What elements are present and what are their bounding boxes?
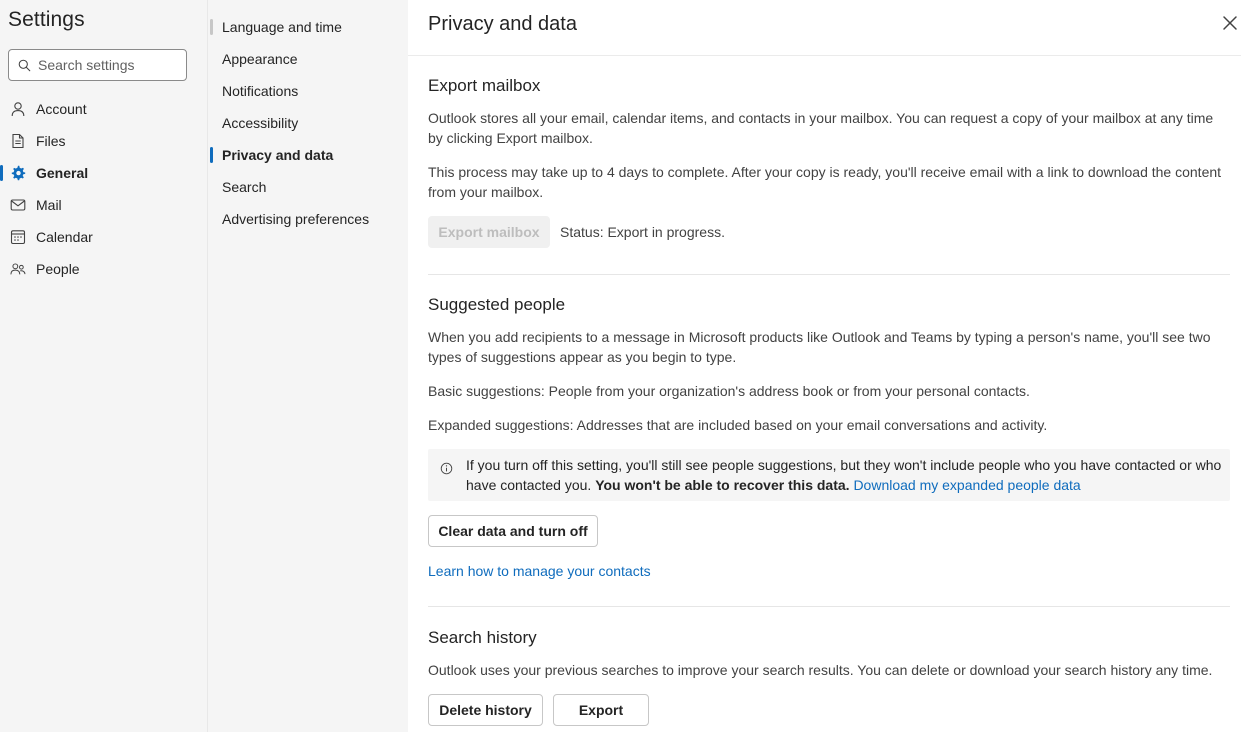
subnav-item-label: Search xyxy=(222,179,267,195)
export-mailbox-title: Export mailbox xyxy=(428,76,541,95)
suggested-people-description: When you add recipients to a message in … xyxy=(428,329,1211,365)
nav-item-label: General xyxy=(36,165,89,181)
subnav-indicator xyxy=(210,19,213,35)
clear-data-and-turn-off-button[interactable]: Clear data and turn off xyxy=(428,515,598,547)
subnav-indicator xyxy=(210,147,213,163)
download-expanded-people-data-link[interactable]: Download my expanded people data xyxy=(853,477,1080,493)
subnav-item-notifications[interactable]: Notifications xyxy=(210,75,400,107)
learn-manage-contacts-link[interactable]: Learn how to manage your contacts xyxy=(428,563,651,579)
export-mailbox-button[interactable]: Export mailbox xyxy=(428,216,550,248)
calendar-icon xyxy=(10,229,26,245)
settings-category-list: Account Files General Mail Calendar Peop… xyxy=(0,93,208,285)
general-subnav: Language and time Appearance Notificatio… xyxy=(208,0,408,732)
close-button[interactable] xyxy=(1219,13,1241,35)
nav-item-people[interactable]: People xyxy=(0,253,208,285)
settings-nav: Settings Account Files General xyxy=(0,0,208,732)
people-icon xyxy=(10,261,26,277)
search-icon xyxy=(18,58,32,72)
export-history-button[interactable]: Export xyxy=(553,694,649,726)
nav-item-account[interactable]: Account xyxy=(0,93,208,125)
info-icon xyxy=(440,462,454,476)
info-message-bar: If you turn off this setting, you'll sti… xyxy=(428,449,1230,501)
nav-item-label: People xyxy=(36,261,80,277)
subnav-item-label: Appearance xyxy=(222,51,298,67)
subnav-item-appearance[interactable]: Appearance xyxy=(210,43,400,75)
subnav-item-label: Privacy and data xyxy=(222,147,334,163)
delete-history-button[interactable]: Delete history xyxy=(428,694,543,726)
subnav-item-search[interactable]: Search xyxy=(210,171,400,203)
search-settings-box[interactable] xyxy=(8,49,187,81)
search-history-title: Search history xyxy=(428,628,537,647)
suggested-people-title: Suggested people xyxy=(428,295,566,314)
export-mailbox-description: Outlook stores all your email, calendar … xyxy=(428,110,1214,146)
subnav-indicator xyxy=(210,83,213,99)
subnav-item-label: Notifications xyxy=(222,83,299,99)
section-divider xyxy=(428,274,1230,275)
privacy-and-data-panel: Privacy and data Export mailbox Outlook … xyxy=(408,0,1241,732)
subnav-item-label: Advertising preferences xyxy=(222,211,370,227)
close-icon xyxy=(1222,15,1238,34)
subnav-indicator xyxy=(210,115,213,131)
nav-item-calendar[interactable]: Calendar xyxy=(0,221,208,253)
page-title: Privacy and data xyxy=(428,13,577,35)
subnav-item-accessibility[interactable]: Accessibility xyxy=(210,107,400,139)
nav-item-label: Files xyxy=(36,133,66,149)
header-divider xyxy=(408,55,1241,56)
info-message-warning: You won't be able to recover this data. xyxy=(595,477,850,493)
nav-item-files[interactable]: Files xyxy=(0,125,208,157)
subnav-indicator xyxy=(210,211,213,227)
subnav-indicator xyxy=(210,51,213,67)
person-icon xyxy=(10,101,26,117)
nav-item-general[interactable]: General xyxy=(0,157,208,189)
search-settings-input[interactable] xyxy=(38,57,178,73)
export-mailbox-timing: This process may take up to 4 days to co… xyxy=(428,164,1222,200)
subnav-item-advertising-preferences[interactable]: Advertising preferences xyxy=(210,203,400,235)
settings-title: Settings xyxy=(8,8,85,31)
mail-icon xyxy=(10,197,26,213)
expanded-suggestions-text: Expanded suggestions: Addresses that are… xyxy=(428,417,1048,433)
subnav-item-label: Language and time xyxy=(222,19,342,35)
file-icon xyxy=(10,133,26,149)
subnav-item-label: Accessibility xyxy=(222,115,299,131)
section-divider xyxy=(428,606,1230,607)
info-message-text: If you turn off this setting, you'll sti… xyxy=(466,455,1236,495)
basic-suggestions-text: Basic suggestions: People from your orga… xyxy=(428,383,1030,399)
nav-item-mail[interactable]: Mail xyxy=(0,189,208,221)
export-status: Status: Export in progress. xyxy=(560,224,725,240)
nav-item-label: Account xyxy=(36,101,87,117)
subnav-item-privacy-and-data[interactable]: Privacy and data xyxy=(210,139,400,171)
nav-item-label: Mail xyxy=(36,197,62,213)
subnav-indicator xyxy=(210,179,213,195)
gear-icon xyxy=(10,165,26,181)
subnav-item-language-and-time[interactable]: Language and time xyxy=(210,11,400,43)
search-history-description: Outlook uses your previous searches to i… xyxy=(428,662,1213,678)
nav-item-label: Calendar xyxy=(36,229,93,245)
